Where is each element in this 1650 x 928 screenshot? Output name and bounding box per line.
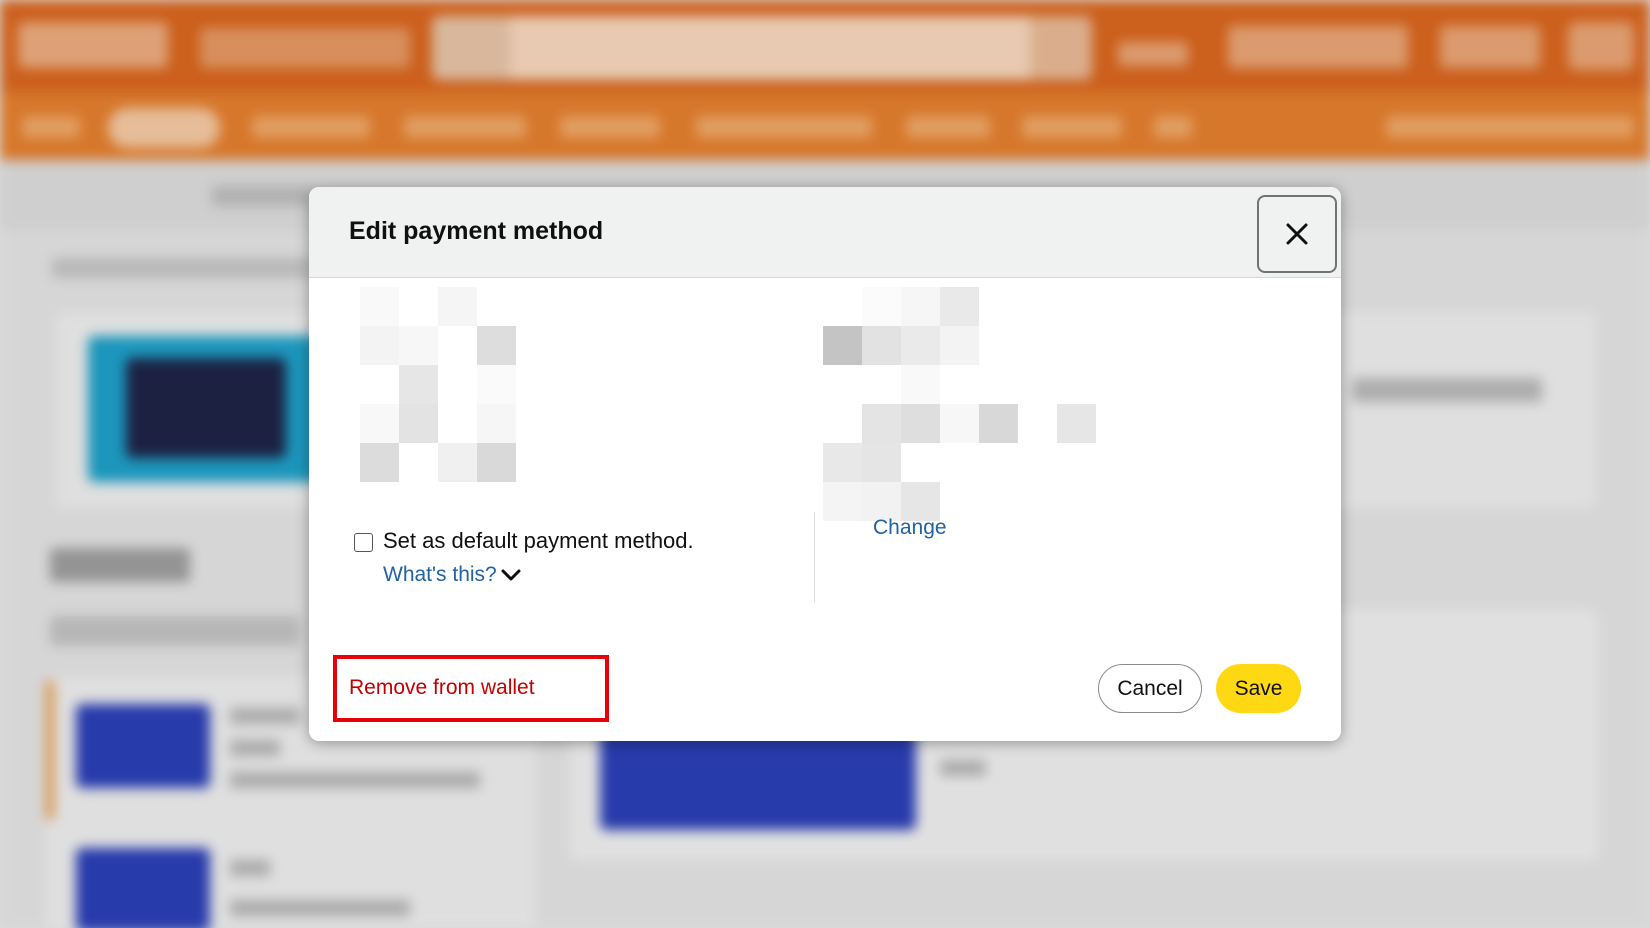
- save-button[interactable]: Save: [1216, 664, 1301, 713]
- modal-title: Edit payment method: [349, 217, 604, 245]
- edit-payment-modal: Edit payment method Set as default payme…: [309, 187, 1341, 741]
- modal-header: Edit payment method: [309, 187, 1341, 278]
- chevron-down-icon: [501, 569, 521, 581]
- cancel-button[interactable]: Cancel: [1098, 664, 1202, 713]
- change-address-link[interactable]: Change: [873, 516, 947, 540]
- close-icon: [1286, 223, 1308, 245]
- whats-this-label: What's this?: [383, 563, 497, 586]
- section-divider: [814, 512, 815, 602]
- default-payment-label[interactable]: Set as default payment method.: [383, 528, 694, 554]
- whats-this-link[interactable]: What's this?: [383, 563, 521, 587]
- default-payment-checkbox[interactable]: [354, 533, 373, 552]
- close-button[interactable]: [1257, 195, 1337, 273]
- remove-from-wallet-link[interactable]: Remove from wallet: [349, 676, 535, 700]
